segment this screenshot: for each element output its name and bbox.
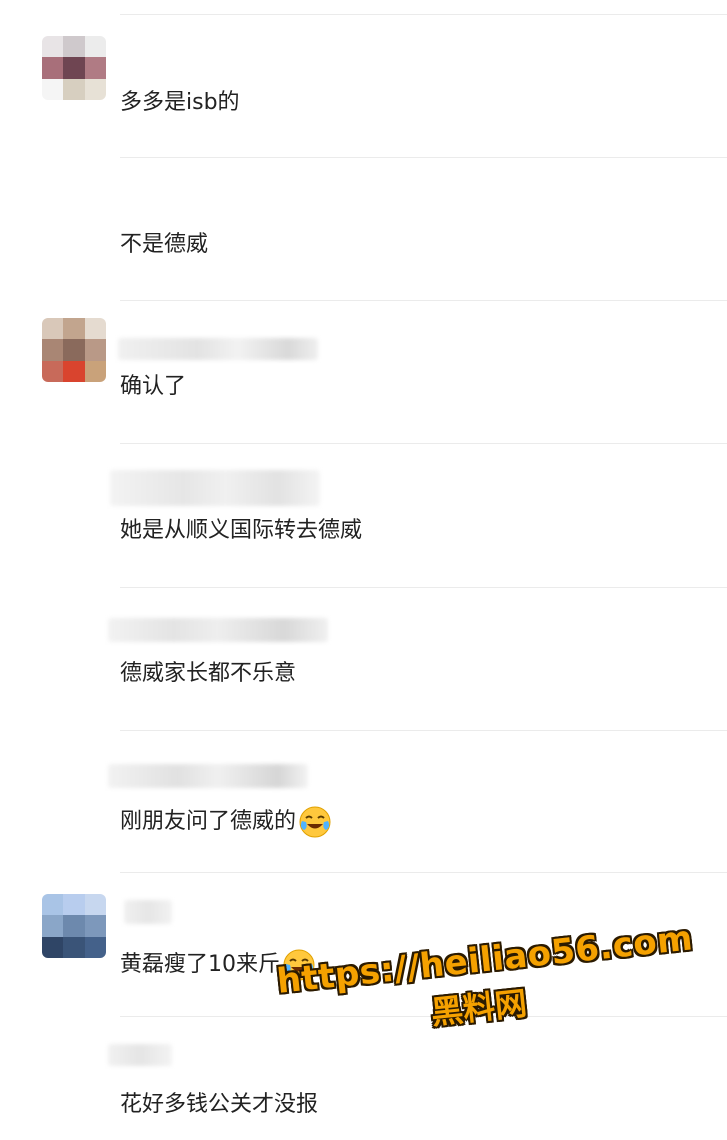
comment-text: 多多是isb的 <box>120 90 240 115</box>
comment-divider <box>120 157 727 158</box>
laughing-crying-emoji-icon <box>299 806 331 838</box>
username-blurred[interactable] <box>108 1044 172 1066</box>
comment-divider <box>120 730 727 731</box>
username-blurred[interactable] <box>108 764 308 788</box>
comment-text: 确认了 <box>120 374 187 399</box>
comment-divider <box>120 872 727 873</box>
comment-divider <box>120 300 727 301</box>
avatar[interactable] <box>42 36 106 100</box>
comment-divider <box>120 587 727 588</box>
comment-divider <box>120 14 727 15</box>
comment-divider <box>120 443 727 444</box>
avatar[interactable] <box>42 318 106 382</box>
comment-text: 刚朋友问了德威的 <box>120 805 332 839</box>
comment-text-content: 黄磊瘦了10来斤 <box>120 952 280 977</box>
avatar[interactable] <box>42 894 106 958</box>
username-blurred[interactable] <box>110 470 320 506</box>
comment-text: 不是德威 <box>120 232 209 257</box>
comment-text: 花好多钱公关才没报 <box>120 1092 319 1117</box>
username-blurred[interactable] <box>124 900 172 924</box>
comment-text: 她是从顺义国际转去德威 <box>120 518 363 543</box>
watermark: https://heiliao56.com 黑料网 <box>275 918 702 1049</box>
comment-text: 德威家长都不乐意 <box>120 661 297 686</box>
username-blurred[interactable] <box>108 618 328 642</box>
comment-text-content: 刚朋友问了德威的 <box>120 809 297 834</box>
username-blurred[interactable] <box>118 338 318 360</box>
